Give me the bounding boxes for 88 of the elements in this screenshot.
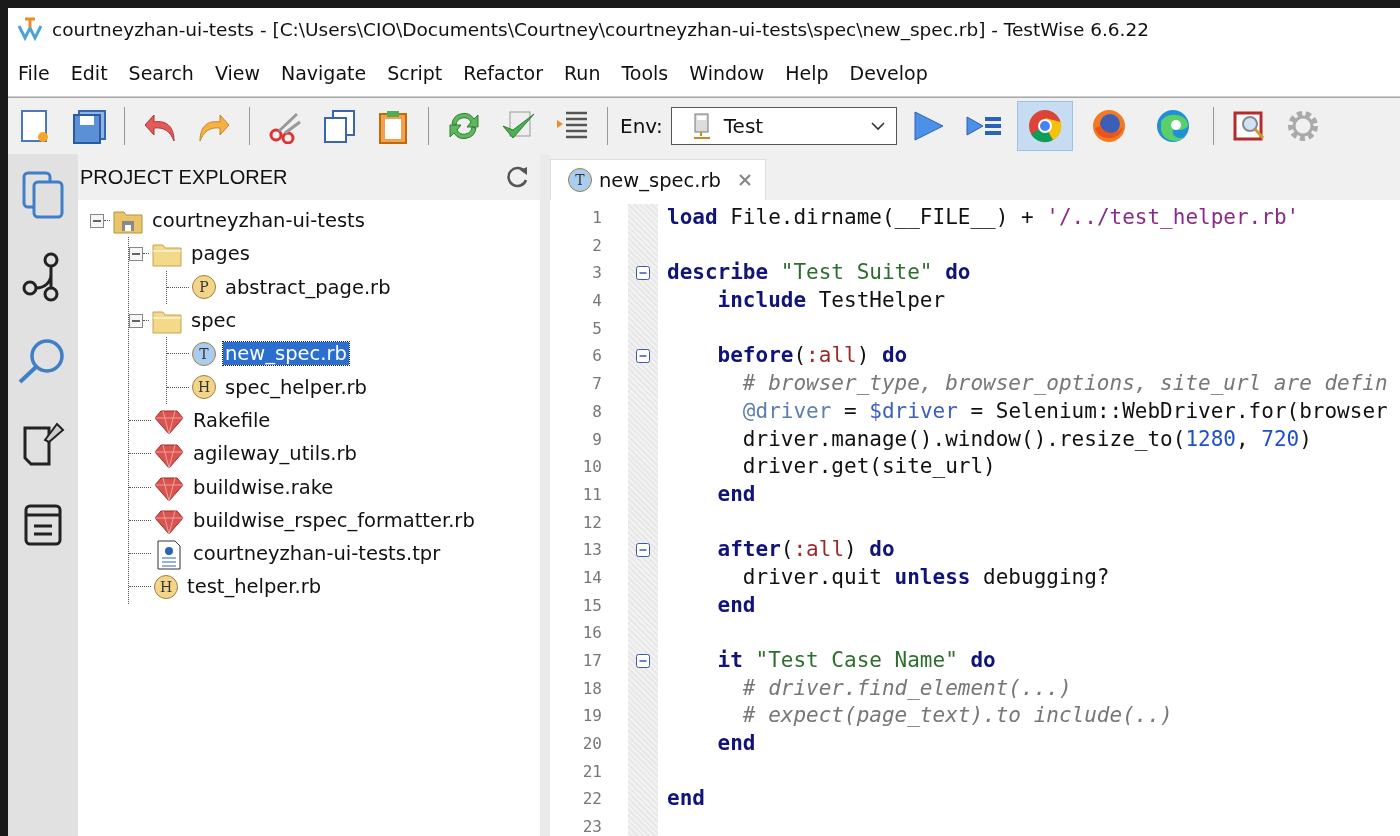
code-line: after(:all) do [716, 537, 895, 562]
code-line: end [667, 786, 705, 811]
line-number: 10 [581, 456, 602, 479]
line-number: 13 [581, 539, 602, 562]
collapse-icon[interactable] [129, 246, 143, 261]
refresh-icon[interactable] [504, 164, 530, 190]
line-number: 8 [591, 400, 602, 423]
line-number: 16 [581, 622, 602, 645]
chevron-down-icon [869, 121, 886, 131]
window-title: courtneyzhan-ui-tests - [C:\Users\CIO\Documents\Courtney\courtneyzhan-ui-tests\spec\new_spec.rb] - TestWise 6.6.22 [52, 18, 1149, 40]
chrome-icon [1026, 108, 1063, 144]
menu-item[interactable]: Navigate [274, 58, 379, 88]
tree-item[interactable]: spec_helper.rb [223, 375, 369, 399]
tree-item[interactable]: abstract_page.rb [223, 275, 393, 299]
code-line: driver.quit unless debugging? [741, 564, 1110, 589]
line-number: 22 [581, 788, 602, 811]
tree-item[interactable]: spec [189, 309, 239, 333]
browser-button[interactable] [1016, 101, 1073, 151]
tree-item[interactable]: buildwise_rspec_formatter.rb [191, 508, 477, 532]
tree-item[interactable]: buildwise.rake [191, 475, 336, 499]
env-label: Env: [620, 114, 663, 138]
code-line: end [716, 592, 756, 617]
line-number: 17 [581, 650, 602, 672]
environment-dropdown[interactable]: Test [670, 107, 897, 145]
line-number: 18 [581, 677, 602, 700]
line-number: 15 [581, 594, 602, 617]
h-badge-icon: H [191, 374, 217, 401]
menu-item[interactable]: File [12, 58, 62, 88]
app-logo-icon [16, 16, 44, 42]
code-line: include TestHelper [716, 288, 946, 313]
line-number: 6 [591, 345, 602, 368]
firefox-icon [1090, 108, 1127, 144]
line-number: 4 [591, 290, 602, 313]
close-icon[interactable] [736, 172, 753, 188]
menu-item[interactable]: View [208, 58, 272, 88]
line-number: 20 [581, 733, 602, 756]
menu-item[interactable]: Tools [615, 58, 681, 88]
menu-item[interactable]: Refactor [457, 58, 555, 88]
line-number: 21 [581, 760, 602, 783]
panel-title: PROJECT EXPLORER [80, 165, 288, 189]
line-number: 5 [591, 317, 602, 340]
copy-icon[interactable] [321, 108, 357, 144]
collapse-icon[interactable] [90, 213, 104, 228]
p-badge-icon: P [191, 274, 217, 301]
tree-item[interactable]: agileway_utils.rb [191, 442, 359, 466]
t-badge-icon: T [191, 340, 217, 367]
code-line: end [716, 481, 756, 506]
documents-icon[interactable] [21, 170, 65, 220]
code-line: driver.manage().window().resize_to(1280, 720) [741, 426, 1312, 451]
line-number: 9 [591, 428, 602, 451]
line-number: 12 [581, 511, 602, 534]
line-number: 2 [591, 234, 602, 257]
code-line: # expect(page_text).to include(..) [741, 703, 1173, 728]
h-badge-icon: H [153, 573, 179, 600]
tree-item[interactable]: new_spec.rb [223, 342, 349, 366]
menu-item[interactable]: Develop [843, 58, 940, 88]
collapse-icon[interactable] [129, 313, 143, 328]
menu-item[interactable]: Script [381, 58, 455, 88]
line-number: 7 [591, 373, 602, 396]
code-line: end [716, 731, 756, 756]
t-badge-icon: T [567, 167, 593, 193]
line-number: 1 [591, 207, 602, 229]
tree-item[interactable]: courtneyzhan-ui-tests [150, 209, 367, 233]
code-line: # driver.find_element(...) [741, 675, 1072, 700]
line-number: 19 [581, 705, 602, 728]
code-line: load File.dirname(__FILE__) + '/../test_helper.rb' [667, 205, 1300, 229]
tree-item[interactable]: test_helper.rb [185, 575, 324, 599]
code-line: describe "Test Suite" do [667, 260, 971, 285]
menu-item[interactable]: Help [779, 58, 841, 88]
line-number: 23 [581, 816, 602, 836]
tree-item[interactable]: pages [189, 242, 252, 266]
code-line: it "Test Case Name" do [716, 648, 996, 672]
code-line: @driver = $driver = Selenium::WebDriver.for(browser [741, 398, 1388, 423]
menu-item[interactable]: Search [122, 58, 206, 88]
line-number: 3 [591, 262, 602, 285]
line-number: 14 [581, 566, 602, 589]
editor-tab[interactable]: T new_spec.rb [550, 159, 766, 200]
line-number: 11 [581, 483, 602, 506]
edge-icon [1154, 108, 1191, 144]
tree-item[interactable]: Rakefile [191, 408, 273, 432]
code-line: # browser_type, browser_options, site_url are defin [741, 371, 1388, 396]
code-line: before(:all) do [716, 343, 908, 368]
menu-item[interactable]: Run [558, 58, 613, 88]
menu-item[interactable]: Window [683, 58, 777, 88]
save-icon[interactable] [71, 108, 107, 144]
menu-item[interactable]: Edit [64, 58, 120, 88]
tree-item[interactable]: courtneyzhan-ui-tests.tpr [191, 542, 443, 566]
code-line: driver.get(site_url) [741, 454, 996, 479]
